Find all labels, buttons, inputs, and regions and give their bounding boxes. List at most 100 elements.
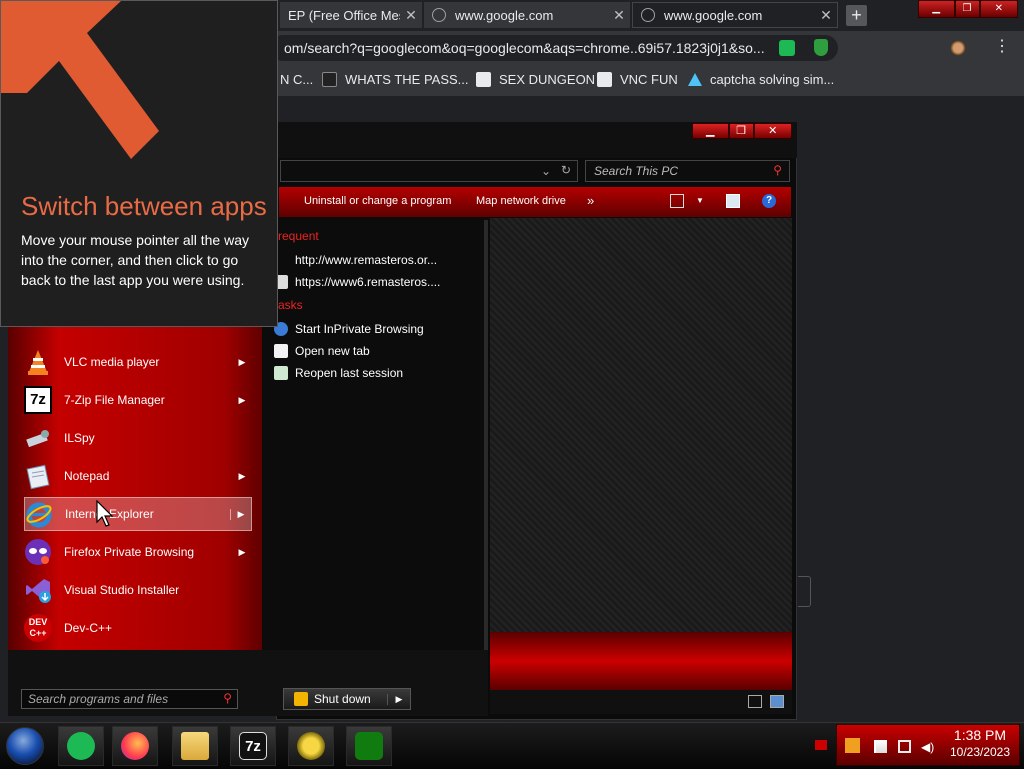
- action-center-flag-icon[interactable]: [874, 740, 887, 753]
- program-devcpp[interactable]: DEV C++ Dev-C++: [24, 611, 252, 645]
- search-pc-input[interactable]: Search This PC ⚲: [585, 160, 790, 182]
- network-icon[interactable]: [898, 740, 911, 753]
- bookmark-1[interactable]: N C...: [280, 72, 313, 87]
- reopen-session-icon: [274, 366, 288, 380]
- program-vlc[interactable]: VLC media player ▶: [24, 345, 252, 379]
- tab-title: EP (Free Office Messen: [288, 7, 400, 23]
- taskbar-spotify[interactable]: [58, 726, 104, 766]
- help-icon[interactable]: ?: [762, 194, 776, 208]
- task-start-inprivate[interactable]: Start InPrivate Browsing: [274, 322, 424, 336]
- ilspy-icon: [26, 430, 49, 448]
- profile-avatar[interactable]: [950, 40, 966, 56]
- refresh-icon[interactable]: ↻: [561, 163, 571, 177]
- program-visual-studio-installer[interactable]: Visual Studio Installer: [24, 573, 252, 607]
- explorer-address-bar[interactable]: ⌄ ↻: [280, 160, 578, 182]
- minimize-button[interactable]: ▁: [692, 123, 729, 139]
- close-button[interactable]: ✕: [979, 0, 1018, 18]
- bookmark-5[interactable]: captcha solving sim...: [688, 72, 834, 87]
- tab-google-1[interactable]: www.google.com ✕: [424, 2, 630, 28]
- maximize-button[interactable]: ❐: [954, 0, 980, 18]
- bookmark-icon: [688, 73, 702, 86]
- explorer-content-pane[interactable]: [490, 218, 792, 632]
- tab-title: www.google.com: [664, 7, 763, 23]
- details-view-icon[interactable]: [748, 695, 762, 708]
- close-button[interactable]: ✕: [753, 123, 792, 139]
- chrome-menu-icon[interactable]: ⋮: [994, 36, 1010, 56]
- bookmark-2[interactable]: WHATS THE PASS...: [322, 72, 469, 87]
- search-placeholder: Search This PC: [594, 164, 679, 178]
- address-bar[interactable]: om/search?q=googlecom&oq=googlecom&aqs=c…: [270, 35, 838, 61]
- bookmark-3[interactable]: SEX DUNGEON: [476, 72, 595, 87]
- submenu-arrow-icon[interactable]: ▶: [232, 471, 252, 482]
- address-text: om/search?q=googlecom&oq=googlecom&aqs=c…: [284, 40, 765, 56]
- close-icon[interactable]: ✕: [815, 7, 837, 24]
- new-tab-icon: [274, 344, 288, 358]
- taskbar-xbox[interactable]: [346, 726, 392, 766]
- chevron-down-icon[interactable]: ▼: [696, 196, 704, 205]
- submenu-arrow-icon[interactable]: ▶: [232, 547, 252, 558]
- program-firefox-private[interactable]: Firefox Private Browsing ▶: [24, 535, 252, 569]
- bookmark-4[interactable]: VNC FUN: [597, 72, 678, 87]
- bookmark-icon: [597, 72, 612, 87]
- shield-extension-icon[interactable]: [814, 39, 828, 56]
- globe-icon: [432, 8, 446, 22]
- program-ilspy[interactable]: ILSpy: [24, 421, 252, 455]
- volume-icon[interactable]: ◀): [921, 740, 937, 754]
- minimize-button[interactable]: ▁: [918, 0, 955, 18]
- globe-icon: [641, 8, 655, 22]
- tab-free-office-messenger[interactable]: EP (Free Office Messen ✕: [280, 2, 422, 28]
- close-icon[interactable]: ✕: [400, 7, 422, 24]
- shutdown-label: Shut down: [314, 692, 371, 706]
- shutdown-options-arrow-icon[interactable]: ▶: [387, 693, 410, 705]
- spotify-extension-icon[interactable]: [779, 40, 795, 56]
- jump-list-item[interactable]: http://www.remasteros.or...: [274, 253, 437, 267]
- program-notepad[interactable]: Notepad ▶: [24, 459, 252, 493]
- start-search-input[interactable]: Search programs and files ⚲: [21, 689, 238, 709]
- taskbar-7zip[interactable]: 7z: [230, 726, 276, 766]
- xbox-icon: [355, 732, 383, 760]
- uninstall-program-button[interactable]: Uninstall or change a program: [304, 195, 451, 207]
- tip-body: Move your mouse pointer all the way into…: [21, 232, 249, 288]
- new-tab-button[interactable]: +: [846, 5, 867, 26]
- tab-google-2[interactable]: www.google.com ✕: [632, 2, 838, 28]
- devcpp-icon: DEV C++: [24, 614, 52, 642]
- search-icon[interactable]: ⚲: [223, 691, 232, 705]
- bookmark-label: VNC FUN: [620, 72, 678, 87]
- task-open-new-tab[interactable]: Open new tab: [274, 344, 370, 358]
- submenu-arrow-icon[interactable]: ▶: [230, 508, 251, 520]
- vlc-icon: [28, 350, 48, 375]
- bookmark-icon: [322, 72, 337, 87]
- program-label: Notepad: [64, 469, 110, 483]
- notepad-icon: [26, 464, 50, 490]
- task-reopen-last-session[interactable]: Reopen last session: [274, 366, 403, 380]
- tiles-view-icon[interactable]: [770, 695, 784, 708]
- program-internet-explorer[interactable]: Internet Explorer ▶: [24, 497, 252, 531]
- tab-title: www.google.com: [455, 7, 554, 23]
- maximize-button[interactable]: ❐: [728, 123, 754, 139]
- system-clock[interactable]: 1:38 PM 10/23/2023: [940, 727, 1020, 761]
- program-7zip[interactable]: 7z 7-Zip File Manager ▶: [24, 383, 252, 417]
- start-button[interactable]: [6, 727, 44, 765]
- program-label: Dev-C++: [64, 621, 113, 635]
- more-commands-button[interactable]: »: [587, 193, 594, 208]
- taskbar-firefox[interactable]: [112, 726, 158, 766]
- shutdown-button[interactable]: Shut down ▶: [283, 688, 411, 710]
- tray-app-icon[interactable]: [845, 738, 860, 753]
- view-options-icon[interactable]: [670, 194, 684, 208]
- bookmark-label: WHATS THE PASS...: [345, 72, 469, 87]
- search-icon[interactable]: ⚲: [773, 163, 782, 177]
- submenu-arrow-icon[interactable]: ▶: [232, 357, 252, 368]
- close-icon[interactable]: ✕: [608, 7, 630, 24]
- program-label: Internet Explorer: [65, 507, 154, 521]
- bookmark-icon: [476, 72, 491, 87]
- taskbar-file-explorer[interactable]: [172, 726, 218, 766]
- bookmark-label: N C...: [280, 72, 314, 87]
- tray-overflow-icon[interactable]: [815, 740, 827, 750]
- taskbar-bee-app[interactable]: [288, 726, 334, 766]
- jump-list-item[interactable]: https://www6.remasteros....: [274, 275, 440, 289]
- map-network-drive-button[interactable]: Map network drive: [476, 195, 566, 207]
- jump-list-label: http://www.remasteros.or...: [295, 253, 438, 267]
- preview-pane-icon[interactable]: [726, 194, 740, 208]
- submenu-arrow-icon[interactable]: ▶: [232, 395, 252, 406]
- chevron-down-icon[interactable]: ⌄: [541, 164, 551, 178]
